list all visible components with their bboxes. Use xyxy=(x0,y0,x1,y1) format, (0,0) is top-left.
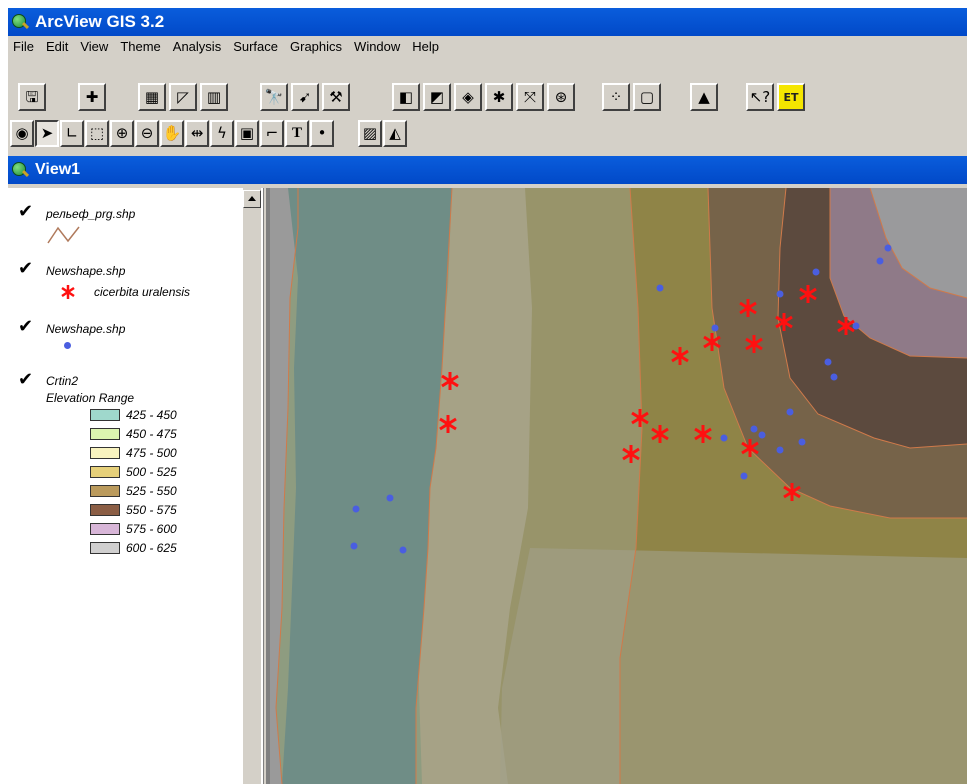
save-icon[interactable]: 🖫 xyxy=(18,83,46,111)
legend-subtitle: Elevation Range xyxy=(46,391,135,405)
menu-help[interactable]: Help xyxy=(407,39,446,54)
arcview-globe-icon xyxy=(11,13,30,31)
view-title: View1 xyxy=(35,161,81,178)
line-symbol-icon xyxy=(47,226,80,244)
window-title: ArcView GIS 3.2 xyxy=(35,12,165,31)
legend-class: 550 - 575 xyxy=(90,503,177,517)
menu-surface[interactable]: Surface xyxy=(228,39,285,54)
legend-class: 575 - 600 xyxy=(90,522,177,536)
query-builder-icon[interactable]: ⚒ xyxy=(322,83,350,111)
table-of-contents: ✔ рельеф_prg.shp ✔ Newshape.shp cicerbit… xyxy=(8,188,264,784)
zoom-to-selected-icon[interactable]: ◈ xyxy=(454,83,482,111)
red-asterisk-icon xyxy=(61,285,75,299)
layer-visibility-checkbox[interactable]: ✔ xyxy=(18,201,33,222)
theme-properties-icon[interactable]: ▦ xyxy=(138,83,166,111)
zoom-to-themes-icon[interactable]: ◩ xyxy=(423,83,451,111)
find-icon[interactable]: 🔭 xyxy=(260,83,288,111)
class-swatch xyxy=(90,504,120,516)
menu-file[interactable]: File xyxy=(8,39,41,54)
legend-class: 425 - 450 xyxy=(90,408,177,422)
layer-name[interactable]: Newshape.shp xyxy=(46,322,125,336)
class-swatch xyxy=(90,523,120,535)
map-canvas[interactable] xyxy=(270,188,967,784)
clear-selected-icon[interactable]: ▢ xyxy=(633,83,661,111)
text-icon[interactable]: T xyxy=(285,120,309,147)
menu-window[interactable]: Window xyxy=(349,39,407,54)
zoom-previous-icon[interactable]: ⊛ xyxy=(547,83,575,111)
et-extension-icon[interactable]: ET xyxy=(777,83,805,111)
class-swatch xyxy=(90,409,120,421)
measure-icon[interactable]: ⇹ xyxy=(185,120,209,147)
menu-view[interactable]: View xyxy=(75,39,115,54)
arcview-window: ArcView GIS 3.2 File Edit View Theme Ana… xyxy=(8,8,967,784)
zoom-to-full-extent-icon[interactable]: ◧ xyxy=(392,83,420,111)
edit-legend-icon[interactable]: ◸ xyxy=(169,83,197,111)
menu-graphics[interactable]: Graphics xyxy=(285,39,349,54)
draw-point-icon[interactable]: • xyxy=(310,120,334,147)
legend-class: 525 - 550 xyxy=(90,484,177,498)
legend-class: 450 - 475 xyxy=(90,427,177,441)
hot-link-icon[interactable]: ϟ xyxy=(210,120,234,147)
button-bar: 🖫 ✚ ▦ ◸ ▥ 🔭 ➹ ⚒ ◧ ◩ ◈ ✱ ⤧ ⊛ ⁘ ▢ ▲ ↖? ET xyxy=(8,57,967,113)
legend-class: 600 - 625 xyxy=(90,541,177,555)
tool-bar: ◉ ➤ ∟ ⬚ ⊕ ⊖ ✋ ⇹ ϟ ▣ ⌐ T • ▨ ◭ xyxy=(8,120,967,150)
menu-edit[interactable]: Edit xyxy=(41,39,75,54)
zoom-in-icon[interactable]: ✱ xyxy=(485,83,513,111)
class-swatch xyxy=(90,542,120,554)
class-swatch xyxy=(90,428,120,440)
legend-class: 475 - 500 xyxy=(90,446,177,460)
area-of-interest-icon[interactable]: ▲ xyxy=(690,83,718,111)
elevation-band-lower-plain xyxy=(500,548,967,784)
pan-icon[interactable]: ✋ xyxy=(160,120,184,147)
toc-scrollbar[interactable] xyxy=(243,188,261,784)
add-theme-icon[interactable]: ✚ xyxy=(78,83,106,111)
zoom-in-tool-icon[interactable]: ⊕ xyxy=(110,120,134,147)
zoom-out-tool-icon[interactable]: ⊖ xyxy=(135,120,159,147)
class-swatch xyxy=(90,485,120,497)
scroll-up-icon[interactable] xyxy=(243,190,261,208)
window-title-bar[interactable]: ArcView GIS 3.2 xyxy=(8,8,967,36)
menu-analysis[interactable]: Analysis xyxy=(168,39,228,54)
identify-icon[interactable]: ◉ xyxy=(10,120,34,147)
pointer-icon[interactable]: ➤ xyxy=(35,120,59,147)
class-swatch xyxy=(90,466,120,478)
contour-icon[interactable]: ▨ xyxy=(358,120,382,147)
callout-icon[interactable]: ⌐ xyxy=(260,120,284,147)
view-title-bar[interactable]: View1 xyxy=(8,156,967,184)
view-globe-icon xyxy=(11,161,30,179)
locate-address-icon[interactable]: ➹ xyxy=(291,83,319,111)
table-icon[interactable]: ▥ xyxy=(200,83,228,111)
vertex-edit-icon[interactable]: ∟ xyxy=(60,120,84,147)
menu-bar: File Edit View Theme Analysis Surface Gr… xyxy=(8,36,967,56)
layer-visibility-checkbox[interactable]: ✔ xyxy=(18,369,33,390)
symbol-label: cicerbita uralensis xyxy=(94,285,191,299)
zoom-out-icon[interactable]: ⤧ xyxy=(516,83,544,111)
layer-visibility-checkbox[interactable]: ✔ xyxy=(18,316,33,337)
map-display[interactable] xyxy=(270,188,967,784)
cut-fill-icon[interactable]: ◭ xyxy=(383,120,407,147)
select-feature-icon[interactable]: ⬚ xyxy=(85,120,109,147)
help-icon[interactable]: ↖? xyxy=(746,83,774,111)
legend-class: 500 - 525 xyxy=(90,465,177,479)
layer-name[interactable]: рельеф_prg.shp xyxy=(46,207,135,221)
blue-point-icon xyxy=(64,342,71,349)
class-swatch xyxy=(90,447,120,459)
layer-name[interactable]: Crtin2 xyxy=(46,374,78,388)
label-icon[interactable]: ▣ xyxy=(235,120,259,147)
select-features-icon[interactable]: ⁘ xyxy=(602,83,630,111)
layer-visibility-checkbox[interactable]: ✔ xyxy=(18,258,33,279)
layer-name[interactable]: Newshape.shp xyxy=(46,264,125,278)
menu-theme[interactable]: Theme xyxy=(115,39,167,54)
